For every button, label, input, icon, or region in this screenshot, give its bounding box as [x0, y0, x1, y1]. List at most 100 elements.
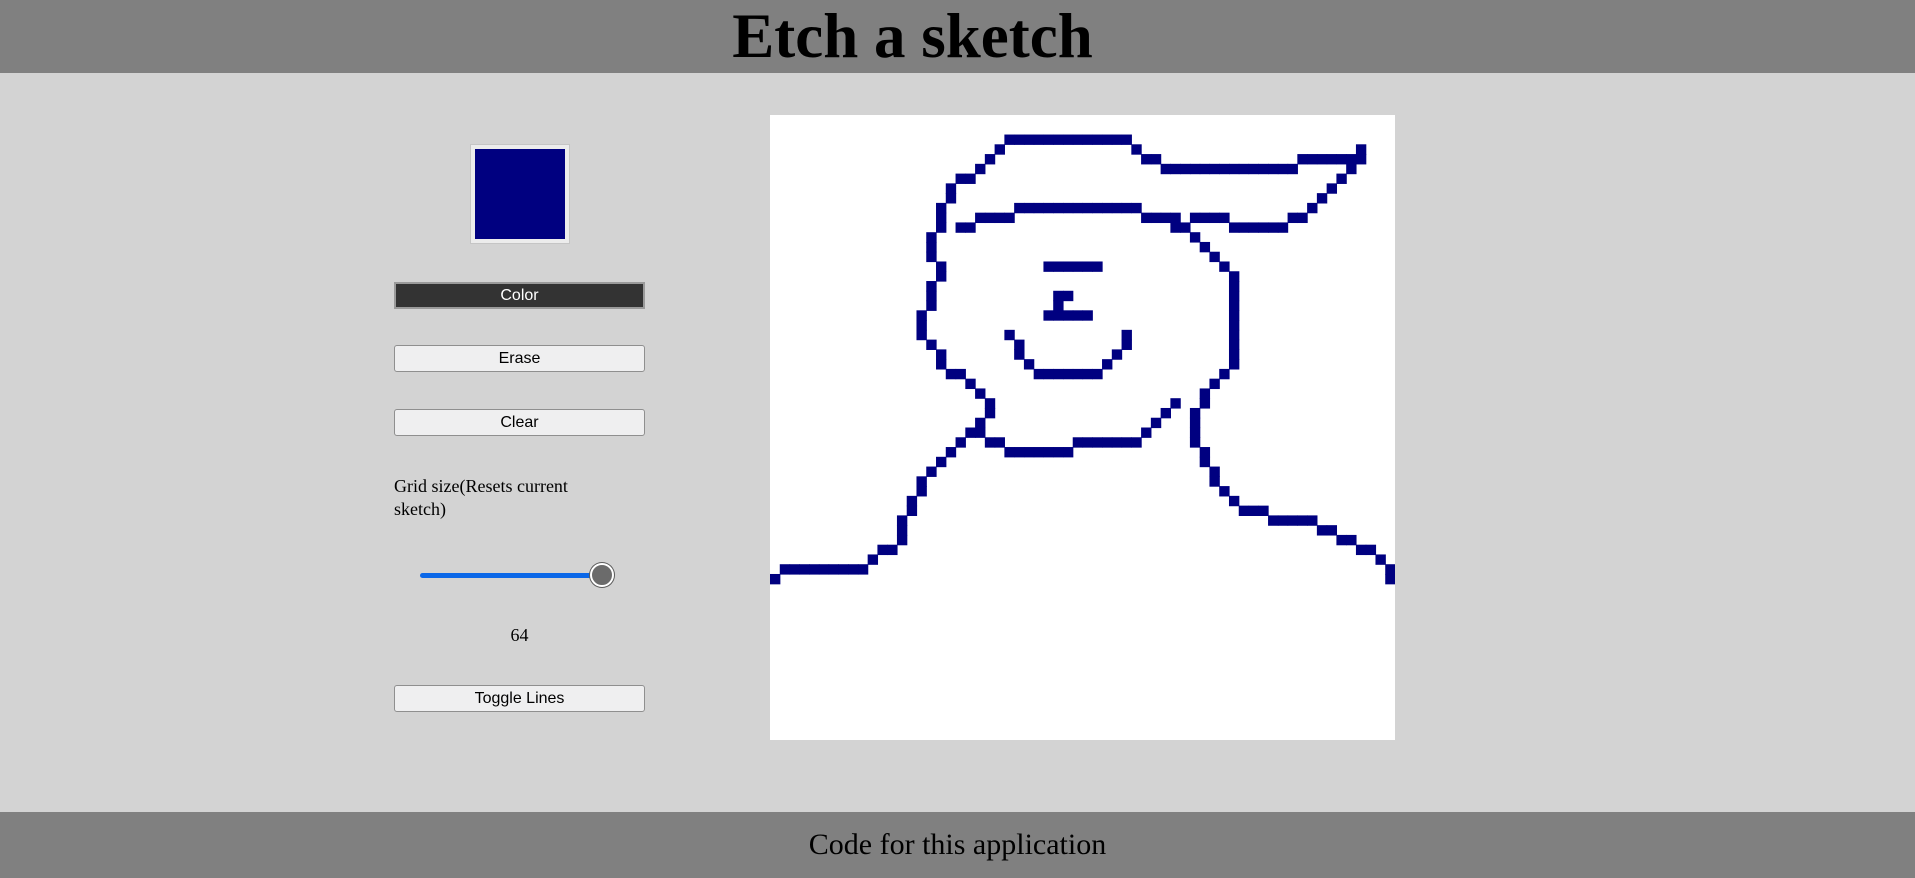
sketch-pixel[interactable]: [1228, 339, 1240, 350]
sketch-pixel[interactable]: [1297, 515, 1308, 526]
sketch-pixel[interactable]: [1355, 144, 1367, 155]
sketch-pixel[interactable]: [1219, 261, 1230, 272]
sketch-pixel[interactable]: [1150, 154, 1162, 165]
sketch-pixel[interactable]: [779, 564, 791, 575]
sketch-pixel[interactable]: [945, 368, 957, 380]
sketch-pixel[interactable]: [1258, 163, 1269, 175]
sketch-pixel[interactable]: [1326, 183, 1338, 194]
sketch-pixel[interactable]: [1209, 378, 1220, 390]
sketch-pixel[interactable]: [789, 564, 800, 575]
sketch-pixel[interactable]: [1141, 154, 1152, 165]
sketch-pixel[interactable]: [906, 495, 918, 507]
sketch-pixel[interactable]: [1199, 388, 1211, 399]
sketch-pixel[interactable]: [1092, 202, 1103, 214]
sketch-pixel[interactable]: [1150, 417, 1162, 429]
sketch-pixel[interactable]: [1238, 222, 1250, 233]
code-link[interactable]: Code for this application: [809, 828, 1106, 861]
sketch-pixel[interactable]: [1209, 212, 1220, 224]
sketch-pixel[interactable]: [1219, 486, 1230, 497]
sketch-pixel[interactable]: [994, 437, 1005, 448]
sketch-pixel[interactable]: [1189, 437, 1201, 448]
sketch-drawing[interactable]: [770, 115, 1395, 740]
sketch-pixel[interactable]: [1268, 222, 1279, 233]
sketch-pixel[interactable]: [1043, 134, 1054, 145]
sketch-pixel[interactable]: [1023, 134, 1035, 145]
sketch-pixel[interactable]: [994, 144, 1005, 155]
sketch-pixel[interactable]: [926, 339, 937, 350]
sketch-pixel[interactable]: [1033, 134, 1045, 145]
sketch-pixel[interactable]: [936, 271, 947, 282]
sketch-pixel[interactable]: [1228, 271, 1240, 282]
sketch-pixel[interactable]: [975, 212, 986, 224]
sketch-pixel[interactable]: [1131, 144, 1142, 155]
sketch-pixel[interactable]: [1023, 202, 1035, 214]
sketch-pixel[interactable]: [994, 212, 1005, 224]
sketch-pixel[interactable]: [1053, 134, 1064, 145]
sketch-pixel[interactable]: [1121, 134, 1132, 145]
sketch-pixel[interactable]: [1053, 368, 1064, 380]
sketch-pixel[interactable]: [1316, 154, 1328, 165]
sketch-pixel[interactable]: [984, 407, 996, 419]
sketch-pixel[interactable]: [1228, 359, 1240, 370]
sketch-pixel[interactable]: [1043, 447, 1054, 458]
sketch-pixel[interactable]: [1228, 329, 1240, 341]
sketch-pixel[interactable]: [1180, 163, 1191, 175]
slider-thumb[interactable]: [590, 563, 614, 587]
sketch-pixel[interactable]: [1258, 505, 1269, 516]
sketch-pixel[interactable]: [1102, 437, 1113, 448]
sketch-pixel[interactable]: [916, 476, 927, 487]
sketch-pixel[interactable]: [1160, 163, 1171, 175]
sketch-pixel[interactable]: [1062, 134, 1074, 145]
sketch-pixel[interactable]: [1228, 300, 1240, 311]
sketch-pixel[interactable]: [1053, 290, 1064, 302]
sketch-pixel[interactable]: [1092, 261, 1103, 272]
sketch-pixel[interactable]: [1287, 212, 1298, 224]
sketch-pixel[interactable]: [1072, 437, 1084, 448]
sketch-pixel[interactable]: [1248, 222, 1259, 233]
sketch-pixel[interactable]: [1062, 261, 1074, 272]
sketch-pixel[interactable]: [1336, 534, 1347, 546]
sketch-pixel[interactable]: [1102, 134, 1113, 145]
sketch-pixel[interactable]: [1336, 173, 1347, 184]
sketch-pixel[interactable]: [896, 515, 908, 526]
sketch-pixel[interactable]: [1297, 212, 1308, 224]
sketch-pixel[interactable]: [936, 456, 947, 468]
sketch-pixel[interactable]: [1102, 202, 1113, 214]
sketch-pixel[interactable]: [936, 212, 947, 224]
sketch-pixel[interactable]: [1355, 154, 1367, 165]
sketch-pixel[interactable]: [965, 173, 976, 184]
sketch-pixel[interactable]: [965, 427, 976, 438]
sketch-pixel[interactable]: [926, 466, 937, 477]
color-button[interactable]: Color: [394, 282, 645, 309]
sketch-pixel[interactable]: [965, 378, 976, 390]
sketch-pixel[interactable]: [1111, 349, 1123, 360]
sketch-pixel[interactable]: [1170, 398, 1181, 409]
sketch-pixel[interactable]: [1111, 202, 1123, 214]
sketch-pixel[interactable]: [1385, 573, 1395, 585]
sketch-pixel[interactable]: [1082, 310, 1093, 321]
sketch-pixel[interactable]: [828, 564, 839, 575]
sketch-pixel[interactable]: [936, 359, 947, 370]
sketch-pixel[interactable]: [1189, 407, 1201, 419]
sketch-pixel[interactable]: [1121, 339, 1132, 350]
sketch-pixel[interactable]: [1189, 232, 1201, 243]
sketch-pixel[interactable]: [1268, 515, 1279, 526]
sketch-pixel[interactable]: [1287, 515, 1298, 526]
sketch-pixel[interactable]: [1228, 320, 1240, 331]
sketch-pixel[interactable]: [1219, 163, 1230, 175]
sketch-pixel[interactable]: [1228, 310, 1240, 321]
sketch-pixel[interactable]: [926, 232, 937, 243]
sketch-pixel[interactable]: [838, 564, 849, 575]
sketch-pixel[interactable]: [1092, 437, 1103, 448]
sketch-pixel[interactable]: [1336, 154, 1347, 165]
sketch-pixel[interactable]: [984, 437, 996, 448]
sketch-pixel[interactable]: [1053, 310, 1064, 321]
grid-size-slider[interactable]: [420, 562, 614, 588]
sketch-pixel[interactable]: [926, 251, 937, 263]
sketch-pixel[interactable]: [1248, 163, 1259, 175]
sketch-pixel[interactable]: [1170, 222, 1181, 233]
sketch-pixel[interactable]: [896, 534, 908, 546]
sketch-pixel[interactable]: [1160, 407, 1171, 419]
sketch-pixel[interactable]: [857, 564, 869, 575]
sketch-pixel[interactable]: [809, 564, 820, 575]
